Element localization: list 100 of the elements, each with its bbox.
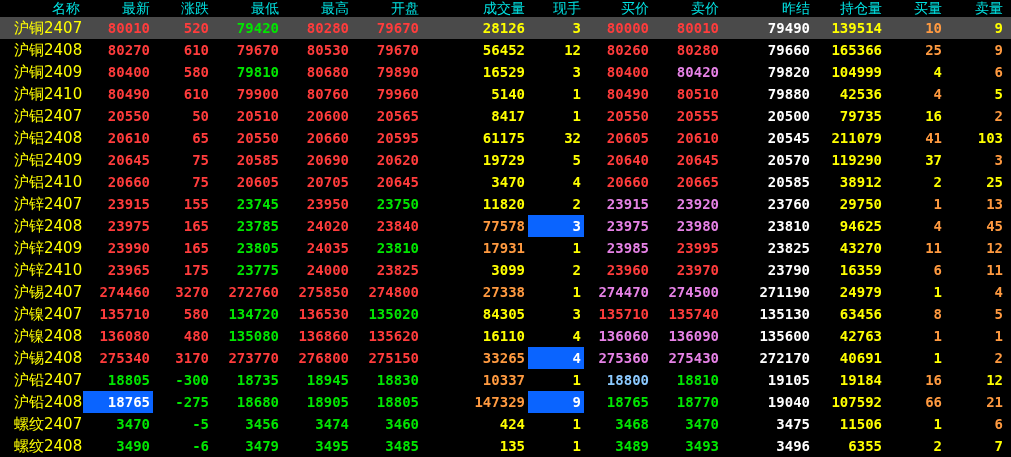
- column-header[interactable]: 开盘: [352, 0, 422, 17]
- table-cell: 19184: [839, 372, 882, 388]
- table-cell: 3485: [385, 438, 419, 454]
- table-cell: 20645: [676, 152, 719, 168]
- table-cell: 10: [925, 20, 942, 36]
- table-cell: 275340: [99, 350, 150, 366]
- table-cell: 24020: [306, 218, 349, 234]
- table-cell: 135130: [759, 306, 810, 322]
- column-header[interactable]: 买价: [584, 0, 652, 17]
- table-cell: 136060: [598, 328, 649, 344]
- table-cell: 424: [499, 416, 525, 432]
- contract-name: 沪锌2410: [13, 260, 83, 281]
- table-cell: 19040: [767, 394, 810, 410]
- table-cell: 4: [933, 218, 942, 234]
- column-header[interactable]: 最新: [83, 0, 153, 17]
- column-header[interactable]: 涨跌: [153, 0, 212, 17]
- column-header[interactable]: 买量: [885, 0, 945, 17]
- table-cell: 274470: [598, 284, 649, 300]
- table-row[interactable]: 沪铝2407 20550 50 20510 20600 20565 8417 1 20550 20555 20500 79735 16 2: [0, 105, 1011, 127]
- table-cell: 274460: [99, 284, 150, 300]
- table-row[interactable]: 沪镍2408 136080 480 135080 136860 135620 16110 4 136060 136090 135600 42763 1 1: [0, 325, 1011, 347]
- contract-name: 沪锌2409: [13, 238, 83, 259]
- table-cell: 42536: [839, 86, 882, 102]
- table-cell: 20550: [107, 108, 150, 124]
- table-cell: 20500: [767, 108, 810, 124]
- table-cell: 80010: [676, 20, 719, 36]
- table-row[interactable]: 沪锡2407 274460 3270 272760 275850 274800 27338 1 274470 274500 271190 24979 1 4: [0, 281, 1011, 303]
- table-cell: 16359: [839, 262, 882, 278]
- table-cell: 56452: [482, 42, 525, 58]
- table-cell: 139514: [831, 20, 882, 36]
- table-cell: 20610: [676, 130, 719, 146]
- table-row[interactable]: 螺纹2407 3470 -5 3456 3474 3460 424 1 3468 3470 3475 11506 1 6: [0, 413, 1011, 435]
- table-cell: 107592: [831, 394, 882, 410]
- table-cell: 80280: [676, 42, 719, 58]
- table-cell: 41: [925, 130, 942, 146]
- column-header[interactable]: 卖量: [945, 0, 1006, 17]
- table-cell: 20665: [676, 174, 719, 190]
- table-cell: 20640: [606, 152, 649, 168]
- table-cell: 18945: [306, 372, 349, 388]
- table-row[interactable]: 沪锌2410 23965 175 23775 24000 23825 3099 2 23960 23970 23790 16359 6 11: [0, 259, 1011, 281]
- table-cell: 80270: [107, 42, 150, 58]
- table-cell: 2: [572, 196, 581, 212]
- column-header[interactable]: 成交量: [422, 0, 528, 17]
- contract-name: 沪铜2410: [13, 84, 83, 105]
- table-cell: 135600: [759, 328, 810, 344]
- table-cell: 79420: [236, 20, 279, 36]
- table-cell: 6: [994, 416, 1003, 432]
- table-cell: 94625: [839, 218, 882, 234]
- column-header[interactable]: 持仓量: [813, 0, 885, 17]
- column-header[interactable]: 现手: [528, 0, 584, 17]
- column-header[interactable]: 名称: [0, 0, 83, 17]
- table-cell: 3: [572, 20, 581, 36]
- table-cell: 23985: [606, 240, 649, 256]
- table-row[interactable]: 沪铅2407 18805 -300 18735 18945 18830 10337 1 18800 18810 19105 19184 16 12: [0, 369, 1011, 391]
- contract-name: 沪锡2407: [13, 282, 83, 303]
- table-cell: 24035: [306, 240, 349, 256]
- table-row[interactable]: 沪铜2410 80490 610 79900 80760 79960 5140 1 80490 80510 79880 42536 4 5: [0, 83, 1011, 105]
- table-row[interactable]: 沪铜2408 80270 610 79670 80530 79670 56452 12 80260 80280 79660 165366 25 9: [0, 39, 1011, 61]
- table-row[interactable]: 沪镍2407 135710 580 134720 136530 135020 84305 3 135710 135740 135130 63456 8 5: [0, 303, 1011, 325]
- contract-name: 沪铝2409: [13, 150, 83, 171]
- column-header[interactable]: 昨结: [722, 0, 813, 17]
- table-cell: 119290: [831, 152, 882, 168]
- column-header[interactable]: 最低: [212, 0, 282, 17]
- table-cell: 7: [994, 438, 1003, 454]
- table-row[interactable]: 沪锌2408 23975 165 23785 24020 23840 77578 3 23975 23980 23810 94625 4 45: [0, 215, 1011, 237]
- table-cell: 12: [986, 372, 1003, 388]
- table-cell: 11506: [839, 416, 882, 432]
- column-header[interactable]: 卖价: [652, 0, 722, 17]
- column-header[interactable]: 最高: [282, 0, 352, 17]
- table-cell: 9: [994, 20, 1003, 36]
- table-cell: 135710: [598, 306, 649, 322]
- table-cell: 3099: [491, 262, 525, 278]
- table-row[interactable]: 沪铝2408 20610 65 20550 20660 20595 61175 32 20605 20610 20545 211079 41 103: [0, 127, 1011, 149]
- table-cell: 80760: [306, 86, 349, 102]
- table-row[interactable]: 沪铅2408 18765 -275 18680 18905 18805 147329 9 18765 18770 19040 107592 66 21: [0, 391, 1011, 413]
- table-row[interactable]: 沪锌2407 23915 155 23745 23950 23750 11820 2 23915 23920 23760 29750 1 13: [0, 193, 1011, 215]
- table-cell: 20705: [306, 174, 349, 190]
- table-row[interactable]: 沪铝2409 20645 75 20585 20690 20620 19729 5 20640 20645 20570 119290 37 3: [0, 149, 1011, 171]
- table-cell: 79735: [839, 108, 882, 124]
- table-cell: 276800: [298, 350, 349, 366]
- table-cell: 20600: [306, 108, 349, 124]
- table-cell: 11: [925, 240, 942, 256]
- table-cell: 147329: [474, 394, 525, 410]
- contract-name: 沪铅2407: [13, 370, 83, 391]
- table-cell: -275: [175, 394, 209, 410]
- table-cell: 18805: [376, 394, 419, 410]
- table-row[interactable]: 沪铜2407 80010 520 79420 80280 79670 28126 3 80000 80010 79490 139514 10 9: [0, 17, 1011, 39]
- table-cell: 165366: [831, 42, 882, 58]
- table-row[interactable]: 沪锌2409 23990 165 23805 24035 23810 17931 1 23985 23995 23825 43270 11 12: [0, 237, 1011, 259]
- table-cell: 80530: [306, 42, 349, 58]
- table-cell: 136530: [298, 306, 349, 322]
- table-row[interactable]: 沪锡2408 275340 3170 273770 276800 275150 33265 4 275360 275430 272170 40691 1 2: [0, 347, 1011, 369]
- table-cell: 1: [572, 284, 581, 300]
- table-cell: 3468: [615, 416, 649, 432]
- table-row[interactable]: 螺纹2408 3490 -6 3479 3495 3485 135 1 3489 3493 3496 6355 2 7: [0, 435, 1011, 457]
- table-cell: 3479: [245, 438, 279, 454]
- table-row[interactable]: 沪铝2410 20660 75 20605 20705 20645 3470 4 20660 20665 20585 38912 2 25: [0, 171, 1011, 193]
- table-cell: 11820: [482, 196, 525, 212]
- table-row[interactable]: 沪铜2409 80400 580 79810 80680 79890 16529 3 80400 80420 79820 104999 4 6: [0, 61, 1011, 83]
- table-cell: 23950: [306, 196, 349, 212]
